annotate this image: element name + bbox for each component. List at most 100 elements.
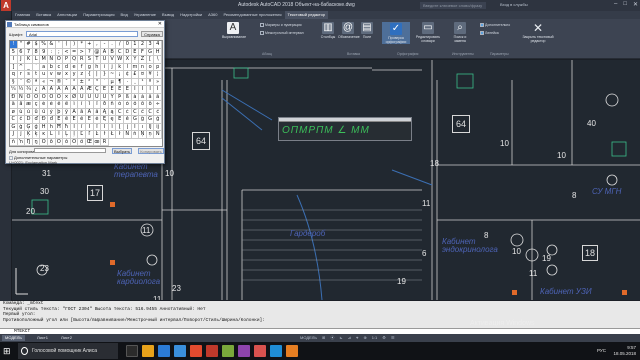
char-cell[interactable]: ¼ (10, 86, 18, 94)
char-cell[interactable]: ù (17, 108, 26, 116)
char-cell[interactable]: s (25, 71, 33, 79)
char-cell[interactable]: Ō (40, 138, 48, 146)
char-cell[interactable]: l (123, 63, 132, 71)
char-cell[interactable]: ! (10, 41, 18, 49)
char-cell[interactable]: x (63, 71, 71, 79)
char-cell[interactable]: Ė (85, 116, 94, 124)
copy-input[interactable] (34, 148, 106, 153)
char-cell[interactable]: g (85, 63, 94, 71)
char-cell[interactable]: Ħ (55, 123, 64, 131)
status-item[interactable]: ⊕ (363, 335, 366, 341)
mtext-content[interactable]: ОПМРПМ ∠ ММ (282, 125, 370, 136)
char-cell[interactable]: ¬ (47, 78, 56, 86)
char-cell[interactable]: O (55, 56, 64, 64)
status-item[interactable]: МОДЕЛЬ (300, 335, 317, 341)
more-button[interactable]: Дополнительно (480, 23, 510, 28)
char-cell[interactable]: â (146, 93, 155, 101)
char-cell[interactable]: < (63, 48, 71, 56)
char-cell[interactable]: ( (63, 41, 71, 49)
char-cell[interactable]: Ŀ (93, 131, 102, 139)
char-cell[interactable]: ĝ (139, 116, 147, 124)
char-cell[interactable]: Į (116, 123, 124, 131)
char-cell[interactable]: ć (123, 108, 132, 116)
char-cell[interactable]: U (101, 56, 109, 64)
char-cell[interactable]: F (139, 48, 147, 56)
char-cell[interactable]: Ł (108, 131, 117, 139)
close-icon[interactable]: ✕ (158, 21, 162, 28)
char-cell[interactable]: ' (55, 41, 64, 49)
char-cell[interactable]: ; (55, 48, 64, 56)
char-cell[interactable]: ÿ (63, 108, 71, 116)
char-cell[interactable]: Ô (40, 93, 48, 101)
spellcheck-button[interactable]: ✓ Проверка орфографии (382, 22, 410, 44)
clock[interactable]: 9:57 18.05.2018 (613, 345, 636, 357)
char-cell[interactable]: J (17, 56, 26, 64)
char-cell[interactable]: ÷ (154, 101, 162, 109)
char-cell[interactable]: ķ (32, 131, 41, 139)
char-cell[interactable]: _ (25, 63, 33, 71)
char-cell[interactable]: 2 (139, 41, 147, 49)
ribbon-tab[interactable]: A360 (205, 11, 220, 19)
symbol-button[interactable]: @ Обозначение (338, 22, 360, 39)
autocad-taskbar-icon[interactable] (206, 345, 218, 357)
char-cell[interactable]: ĉ (139, 108, 147, 116)
char-cell[interactable]: Y (131, 56, 140, 64)
char-cell[interactable]: ŉ (17, 138, 26, 146)
select-button[interactable]: Выбрать (112, 148, 132, 154)
char-cell[interactable]: r (17, 71, 26, 79)
char-cell[interactable]: ð (101, 101, 109, 109)
ribbon-tab[interactable]: Вставка (33, 11, 54, 19)
char-cell[interactable]: Ą (101, 108, 109, 116)
char-cell[interactable]: u (40, 71, 48, 79)
mtext-editor[interactable]: ОПМРПМ ∠ ММ (278, 117, 412, 141)
char-cell[interactable]: Ĥ (40, 123, 48, 131)
char-cell[interactable]: Ì (131, 86, 140, 94)
close-icon[interactable]: ✕ (633, 1, 638, 8)
char-cell[interactable]: û (32, 108, 41, 116)
char-cell[interactable]: ō (47, 138, 56, 146)
char-cell[interactable]: p (154, 63, 162, 71)
char-cell[interactable]: ī (93, 123, 102, 131)
char-cell[interactable]: ° (70, 78, 79, 86)
char-cell[interactable]: Ï (154, 86, 162, 94)
ribbon-tab[interactable]: Параметризация (80, 11, 117, 19)
char-cell[interactable]: ĺ (55, 131, 64, 139)
dialog-title-bar[interactable]: Таблица символов ✕ (6, 21, 164, 28)
char-cell[interactable]: + (85, 41, 94, 49)
char-cell[interactable]: 5 (10, 48, 18, 56)
char-cell[interactable]: Ľ (78, 131, 86, 139)
help-button[interactable]: Справка (141, 31, 163, 37)
char-cell[interactable]: É (108, 86, 117, 94)
char-cell[interactable]: Ğ (146, 116, 155, 124)
char-cell[interactable]: Ĵ (10, 131, 18, 139)
char-cell[interactable]: ² (85, 78, 94, 86)
char-cell[interactable]: $ (32, 41, 41, 49)
char-cell[interactable]: µ (108, 78, 117, 86)
char-cell[interactable]: B (108, 48, 117, 56)
char-cell[interactable]: ĩ (78, 123, 86, 131)
markers-button[interactable]: Маркеры и нумерация (260, 23, 301, 28)
char-cell[interactable]: œ (93, 138, 102, 146)
char-cell[interactable]: æ (25, 101, 33, 109)
char-cell[interactable]: 0 (123, 41, 132, 49)
char-cell[interactable]: " (17, 41, 26, 49)
char-cell[interactable]: S (85, 56, 94, 64)
voice-assistant-box[interactable]: Голосовой помощник Алиса (18, 343, 118, 359)
columns-button[interactable]: ▥ Столбцы (320, 22, 336, 39)
char-cell[interactable]: ĭ (108, 123, 117, 131)
char-cell[interactable]: ¹ (139, 78, 147, 86)
char-cell[interactable]: ý (47, 108, 56, 116)
char-cell[interactable]: ě (123, 116, 132, 124)
ribbon-tab[interactable]: Управление (131, 11, 159, 19)
char-cell[interactable]: ġ (17, 123, 26, 131)
char-cell[interactable]: £ (131, 71, 140, 79)
status-item[interactable]: ⌖ (356, 335, 358, 341)
char-cell[interactable]: 4 (154, 41, 162, 49)
char-cell[interactable]: Ņ (139, 131, 147, 139)
char-cell[interactable]: ô (131, 101, 140, 109)
app-icon[interactable] (254, 345, 266, 357)
char-cell[interactable]: e (70, 63, 79, 71)
char-cell[interactable]: þ (55, 108, 64, 116)
char-cell[interactable]: ê (55, 101, 64, 109)
char-cell[interactable]: \ (154, 56, 162, 64)
